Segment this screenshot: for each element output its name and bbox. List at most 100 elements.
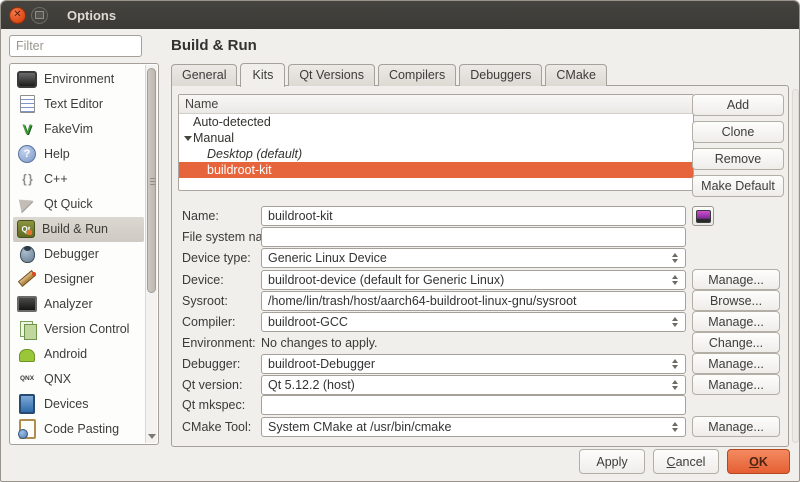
sidebar-item-label: Code Pasting bbox=[44, 422, 119, 436]
cancel-button[interactable]: Cancel bbox=[653, 449, 719, 474]
device-type-label: Device type: bbox=[182, 251, 255, 265]
sidebar-item-label: QNX bbox=[44, 372, 71, 386]
sidebar-item-label: Designer bbox=[44, 272, 94, 286]
kit-row-buildroot-kit[interactable]: buildroot-kit bbox=[179, 162, 693, 178]
form-row-device: Device: buildroot-device (default for Ge… bbox=[182, 269, 782, 289]
sidebar-item-label: Version Control bbox=[44, 322, 129, 336]
sidebar-item-environment[interactable]: Environment bbox=[13, 67, 144, 92]
panel-scrollbar[interactable] bbox=[792, 89, 799, 443]
qt-version-manage-button[interactable]: Manage... bbox=[692, 374, 780, 395]
file-system-name-field[interactable] bbox=[261, 227, 686, 247]
kit-tree[interactable]: Name Auto-detected Manual Desktop (defau… bbox=[178, 94, 694, 191]
device-manage-button[interactable]: Manage... bbox=[692, 269, 780, 290]
compiler-combobox[interactable]: buildroot-GCC bbox=[261, 312, 686, 332]
kit-row-label: Auto-detected bbox=[193, 115, 271, 129]
sidebar-item-analyzer[interactable]: Analyzer bbox=[13, 291, 144, 316]
make-default-button[interactable]: Make Default bbox=[692, 175, 784, 197]
device-type-combobox[interactable]: Generic Linux Device bbox=[261, 248, 686, 268]
apply-button[interactable]: Apply bbox=[579, 449, 645, 474]
android-icon bbox=[17, 344, 37, 364]
sidebar-item-debugger[interactable]: Debugger bbox=[13, 242, 144, 267]
sidebar-item-code-pasting[interactable]: Code Pasting bbox=[13, 416, 144, 441]
remove-button[interactable]: Remove bbox=[692, 148, 784, 170]
scroll-down-icon[interactable] bbox=[148, 434, 156, 439]
sidebar-item-label: FakeVim bbox=[44, 122, 93, 136]
kit-row-auto-detected[interactable]: Auto-detected bbox=[179, 114, 693, 130]
qt-quick-icon bbox=[17, 194, 37, 214]
kit-row-label: Manual bbox=[193, 131, 234, 145]
tab-kits[interactable]: Kits bbox=[240, 63, 285, 87]
file-system-name-label: File system name: bbox=[182, 230, 255, 244]
sidebar-item-devices[interactable]: Devices bbox=[13, 391, 144, 416]
cpp-icon bbox=[17, 169, 37, 189]
sidebar-item-qnx[interactable]: QNX bbox=[13, 366, 144, 391]
clone-button[interactable]: Clone bbox=[692, 121, 784, 143]
spinner-icon bbox=[669, 317, 681, 327]
sidebar-item-qt-quick[interactable]: Qt Quick bbox=[13, 192, 144, 217]
sidebar-item-cpp[interactable]: C++ bbox=[13, 167, 144, 192]
sidebar-item-designer[interactable]: Designer bbox=[13, 267, 144, 292]
tab-bar: General Kits Qt Versions Compilers Debug… bbox=[171, 62, 610, 86]
cmake-tool-manage-button[interactable]: Manage... bbox=[692, 416, 780, 437]
environment-change-button[interactable]: Change... bbox=[692, 332, 780, 353]
filter-input[interactable] bbox=[9, 35, 142, 57]
qt-version-combobox[interactable]: Qt 5.12.2 (host) bbox=[261, 375, 686, 395]
tab-general[interactable]: General bbox=[171, 64, 237, 86]
sidebar-item-version-control[interactable]: Version Control bbox=[13, 316, 144, 341]
sidebar-scrollbar[interactable] bbox=[145, 65, 157, 443]
ok-button[interactable]: OK bbox=[727, 449, 790, 474]
compiler-label: Compiler: bbox=[182, 315, 255, 329]
close-icon[interactable]: ✕ bbox=[9, 7, 26, 24]
scrollbar-thumb[interactable] bbox=[147, 68, 156, 293]
form-row-cmake-tool: CMake Tool: System CMake at /usr/bin/cma… bbox=[182, 416, 782, 436]
form-row-qt-mkspec: Qt mkspec: bbox=[182, 395, 782, 415]
tab-cmake[interactable]: CMake bbox=[545, 64, 607, 86]
variables-button[interactable] bbox=[692, 206, 714, 226]
sidebar-item-fakevim[interactable]: FakeVim bbox=[13, 117, 144, 142]
options-dialog: ✕ Options Build & Run Environment Text E… bbox=[0, 0, 800, 482]
form-row-device-type: Device type: Generic Linux Device bbox=[182, 248, 782, 268]
titlebar[interactable]: ✕ Options bbox=[1, 1, 799, 29]
form-row-environment: Environment: No changes to apply. Change… bbox=[182, 332, 782, 352]
name-field[interactable] bbox=[261, 206, 686, 226]
sidebar-item-label: C++ bbox=[44, 172, 68, 186]
debugger-label: Debugger: bbox=[182, 357, 255, 371]
qt-version-label: Qt version: bbox=[182, 378, 255, 392]
chevron-down-icon[interactable] bbox=[184, 136, 192, 141]
device-combobox[interactable]: buildroot-device (default for Generic Li… bbox=[261, 270, 686, 290]
spinner-icon bbox=[669, 359, 681, 369]
tab-qt-versions[interactable]: Qt Versions bbox=[288, 64, 375, 86]
sidebar-item-label: Devices bbox=[44, 397, 88, 411]
cmake-tool-combobox[interactable]: System CMake at /usr/bin/cmake bbox=[261, 417, 686, 437]
scrollbar-grip bbox=[150, 181, 155, 182]
tab-compilers[interactable]: Compilers bbox=[378, 64, 456, 86]
spinner-icon bbox=[669, 380, 681, 390]
text-editor-icon bbox=[17, 94, 37, 114]
kit-row-desktop[interactable]: Desktop (default) bbox=[179, 146, 693, 162]
sysroot-label: Sysroot: bbox=[182, 294, 255, 308]
add-button[interactable]: Add bbox=[692, 94, 784, 116]
sidebar-item-label: Qt Quick bbox=[44, 197, 93, 211]
version-control-icon bbox=[17, 319, 37, 339]
spinner-icon bbox=[669, 422, 681, 432]
sidebar-item-android[interactable]: Android bbox=[13, 341, 144, 366]
designer-icon bbox=[17, 269, 37, 289]
sysroot-browse-button[interactable]: Browse... bbox=[692, 290, 780, 311]
cmake-tool-label: CMake Tool: bbox=[182, 420, 255, 434]
restore-icon[interactable] bbox=[31, 7, 48, 24]
debugger-combobox[interactable]: buildroot-Debugger bbox=[261, 354, 686, 374]
sysroot-field[interactable] bbox=[261, 291, 686, 311]
page-title: Build & Run bbox=[171, 37, 257, 54]
qt-mkspec-field[interactable] bbox=[261, 395, 686, 415]
kit-row-manual[interactable]: Manual bbox=[179, 130, 693, 146]
sidebar-item-build-run[interactable]: Build & Run bbox=[13, 217, 144, 242]
sidebar-item-help[interactable]: Help bbox=[13, 142, 144, 167]
name-label: Name: bbox=[182, 209, 255, 223]
kit-form: Name: File system name: Device type: Gen… bbox=[182, 206, 782, 436]
tab-debuggers[interactable]: Debuggers bbox=[459, 64, 542, 86]
compiler-manage-button[interactable]: Manage... bbox=[692, 311, 780, 332]
sidebar-item-text-editor[interactable]: Text Editor bbox=[13, 92, 144, 117]
sidebar-item-label: Android bbox=[44, 347, 87, 361]
debugger-manage-button[interactable]: Manage... bbox=[692, 353, 780, 374]
device-label: Device: bbox=[182, 273, 255, 287]
